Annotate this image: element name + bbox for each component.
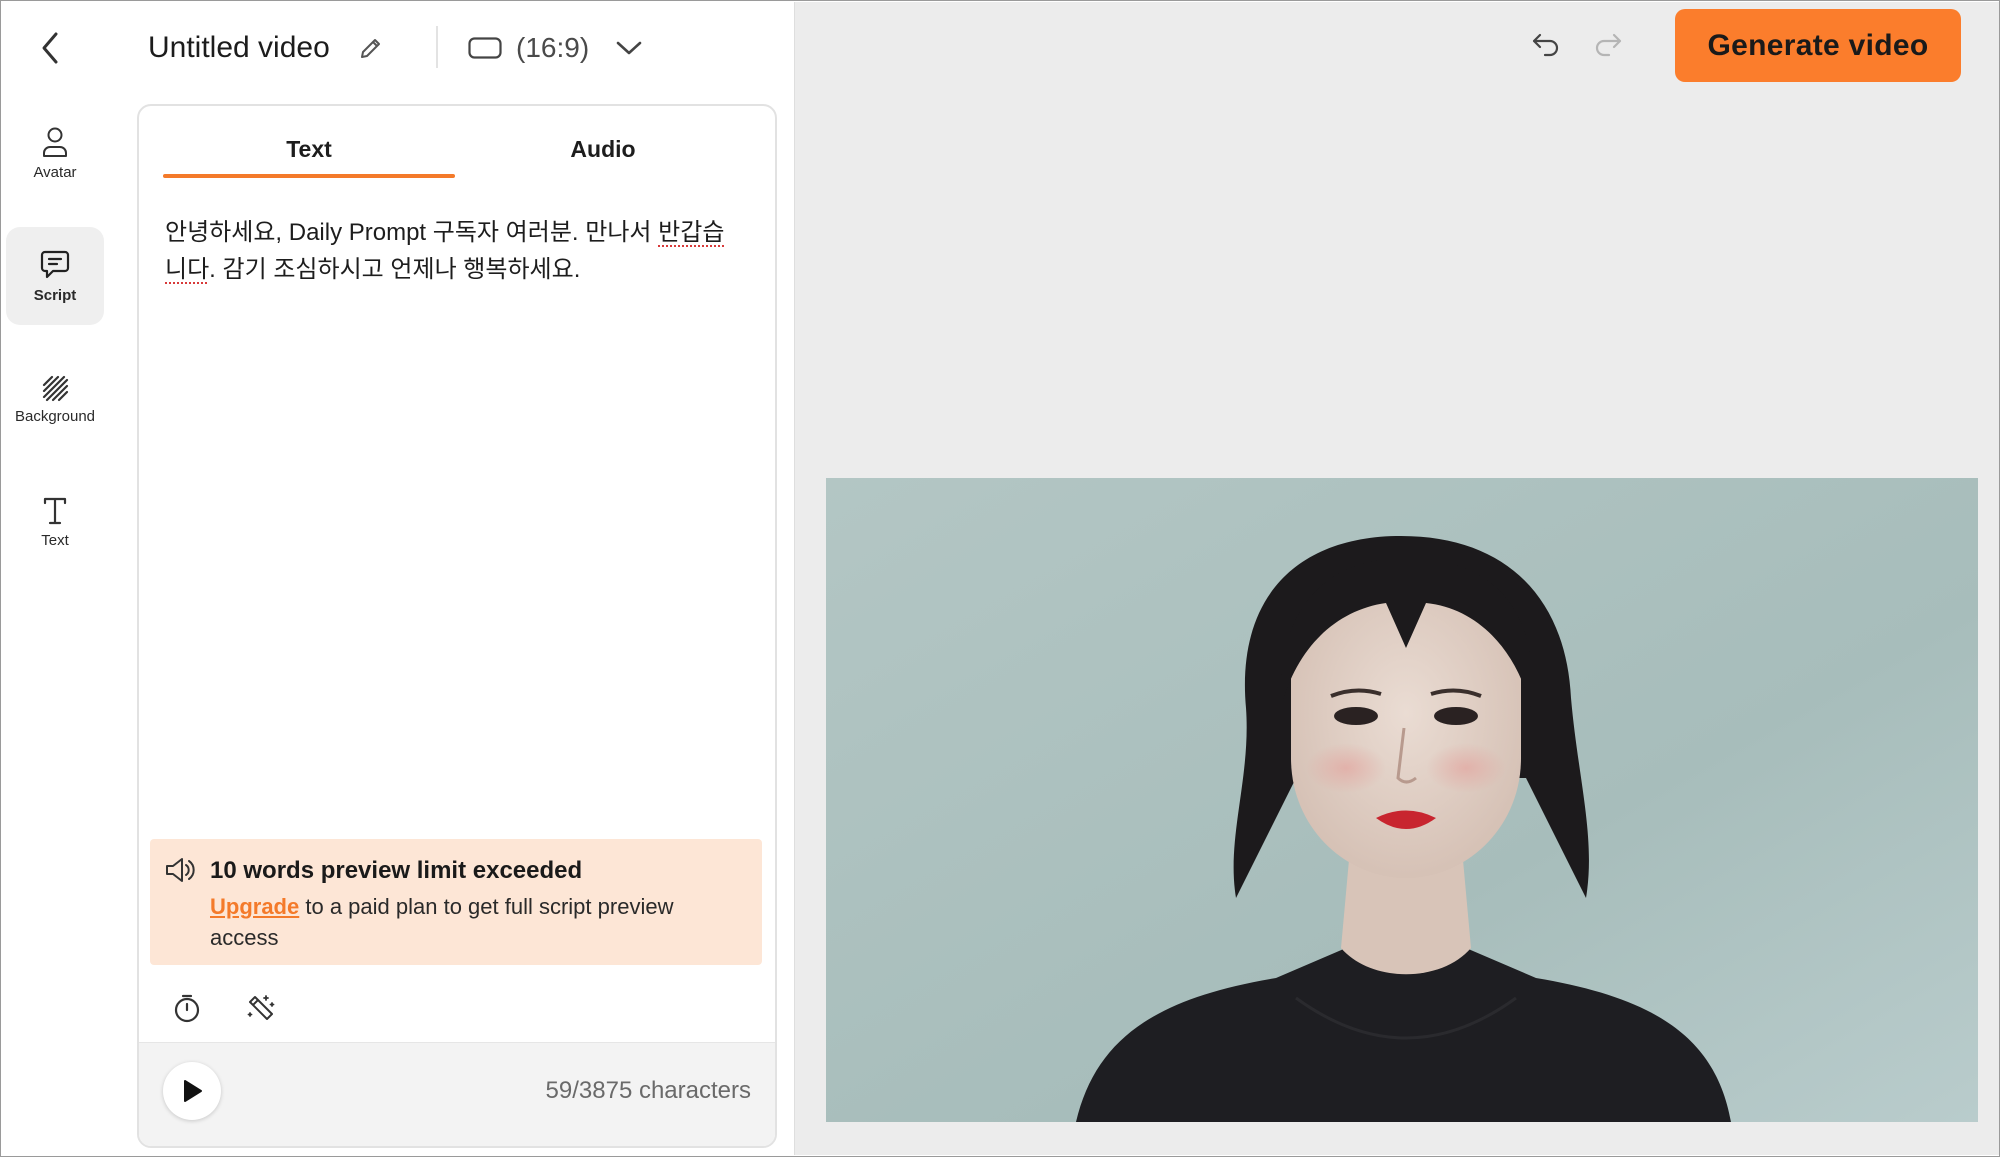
tab-audio[interactable]: Audio — [457, 124, 749, 174]
redo-button[interactable] — [1590, 26, 1626, 62]
spellcheck-word: 니다 — [165, 256, 210, 283]
undo-button[interactable] — [1528, 26, 1564, 62]
pencil-icon — [361, 39, 380, 58]
nav-label-script: Script — [33, 286, 77, 304]
script-line1: 안녕하세요, Daily Prompt 구독자 여러분. 만나서 — [165, 219, 659, 246]
pause-timer-button[interactable] — [167, 988, 207, 1028]
nav-label-avatar: Avatar — [33, 163, 77, 181]
generate-video-button[interactable]: Generate video — [1675, 9, 1961, 82]
banner-body: Upgrade to a paid plan to get full scrip… — [210, 891, 730, 953]
script-textarea[interactable]: 안녕하세요, Daily Prompt 구독자 여러분. 만나서 반갑습니다. … — [165, 214, 745, 288]
undo-icon — [1532, 33, 1559, 57]
video-title[interactable]: Untitled video — [148, 28, 330, 68]
chevron-down-icon — [616, 41, 642, 55]
tab-text[interactable]: Text — [163, 124, 455, 174]
preview-limit-banner: 10 words preview limit exceeded Upgrade … — [150, 839, 762, 965]
play-preview-button[interactable] — [163, 1062, 221, 1120]
character-counter: 59/3875 characters — [545, 1077, 751, 1104]
chevron-left-icon — [42, 32, 58, 64]
rectangle-icon — [468, 37, 502, 59]
script-panel: Text Audio 안녕하세요, Daily Prompt 구독자 여러분. … — [137, 104, 777, 1148]
nav-item-background[interactable]: Background — [6, 350, 104, 448]
avatar-preview-image — [826, 478, 1978, 1122]
banner-title: 10 words preview limit exceeded — [210, 857, 583, 884]
avatar-portrait — [826, 478, 1978, 1122]
nav-item-avatar[interactable]: Avatar — [6, 104, 104, 202]
active-tab-indicator — [163, 174, 455, 178]
nav-label-text: Text — [41, 531, 69, 549]
back-button[interactable] — [30, 28, 70, 68]
stopwatch-icon — [174, 994, 200, 1023]
nav-label-background: Background — [14, 407, 96, 425]
nav-item-script[interactable]: Script — [6, 227, 104, 325]
nav-item-text[interactable]: Text — [6, 473, 104, 571]
aspect-ratio-dropdown[interactable]: (16:9) — [468, 26, 643, 70]
magic-wand-icon — [247, 995, 275, 1020]
text-icon — [43, 497, 67, 524]
speaker-icon — [166, 858, 195, 882]
header-divider — [436, 26, 438, 68]
script-footer: 59/3875 characters — [139, 1042, 775, 1146]
magic-wand-button[interactable] — [241, 988, 281, 1028]
script-line2: . 감기 조심하시고 언제나 행복하세요. — [209, 256, 581, 283]
person-icon — [43, 127, 67, 157]
chat-icon — [40, 250, 70, 278]
spellcheck-word: 반갑습 — [658, 219, 725, 246]
redo-icon — [1595, 33, 1622, 57]
hatch-icon — [42, 375, 69, 401]
aspect-ratio-label: (16:9) — [516, 32, 590, 63]
edit-title-button[interactable] — [353, 30, 389, 66]
play-icon — [184, 1080, 202, 1102]
upgrade-link[interactable]: Upgrade — [210, 894, 299, 919]
